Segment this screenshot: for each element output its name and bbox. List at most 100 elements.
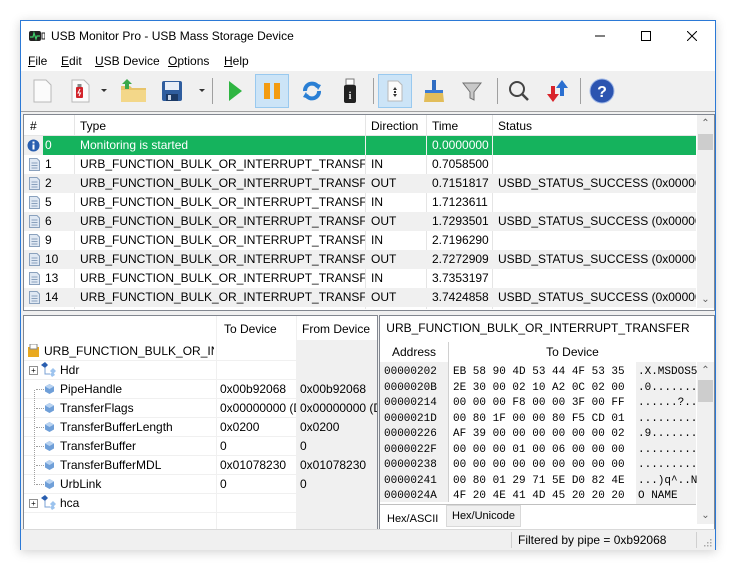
hex-ascii[interactable]: .0....... xyxy=(638,381,697,395)
grid-row[interactable]: 6 URB_FUNCTION_BULK_OR_INTERRUPT_TRANSFER… xyxy=(24,212,696,231)
device-info-button[interactable]: i xyxy=(333,74,367,108)
hex-ascii[interactable]: O NAME xyxy=(638,489,697,503)
hex-ascii[interactable]: ...)q^..N xyxy=(638,474,697,488)
tree-row[interactable]: TransferFlags 0x00000000 (D 0x00000000 (D xyxy=(24,399,377,418)
tree-row[interactable]: UrbLink 0 0 xyxy=(24,475,377,494)
grid-row[interactable]: 9 URB_FUNCTION_BULK_OR_INTERRUPT_TRANSFER… xyxy=(24,231,696,250)
direction-button[interactable] xyxy=(540,74,574,108)
tree-row[interactable]: TransferBufferLength 0x0200 0x0200 xyxy=(24,418,377,437)
menu-usb-device[interactable]: USB Device xyxy=(95,54,160,68)
cell-number: 2 xyxy=(45,176,52,190)
auto-scroll-button[interactable] xyxy=(378,74,412,108)
tree-field-name: PipeHandle xyxy=(60,382,123,396)
clear-button[interactable] xyxy=(417,74,451,108)
cell-direction: IN xyxy=(371,157,383,171)
hex-bytes[interactable]: EB 58 90 4D 53 44 4F 53 35 xyxy=(453,365,625,379)
col-header-number[interactable]: # xyxy=(30,119,37,133)
minimize-button[interactable] xyxy=(577,21,623,51)
maximize-button[interactable] xyxy=(623,21,669,51)
tree-row[interactable]: TransferBuffer 0 0 xyxy=(24,437,377,456)
hex-ascii[interactable]: ......... xyxy=(638,458,697,472)
expand-icon[interactable]: + xyxy=(29,366,38,375)
scroll-down-icon[interactable]: ⌄ xyxy=(697,507,714,524)
col-header-type[interactable]: Type xyxy=(80,119,106,133)
grid-row[interactable]: 5 URB_FUNCTION_BULK_OR_INTERRUPT_TRANSFER… xyxy=(24,193,696,212)
broom-icon xyxy=(424,80,444,102)
grid-row[interactable]: 10 URB_FUNCTION_BULK_OR_INTERRUPT_TRANSFE… xyxy=(24,250,696,269)
pause-button[interactable] xyxy=(255,74,289,108)
tree-root-row[interactable]: URB_FUNCTION_BULK_OR_INTE xyxy=(24,342,377,361)
tab-hex-unicode[interactable]: Hex/Unicode xyxy=(446,505,521,527)
save-button[interactable] xyxy=(155,74,189,108)
grid-row[interactable]: 14 URB_FUNCTION_BULK_OR_INTERRUPT_TRANSFE… xyxy=(24,288,696,307)
menu-options[interactable]: Options xyxy=(168,54,209,68)
find-button[interactable] xyxy=(502,74,536,108)
expand-icon[interactable]: + xyxy=(29,499,38,508)
resize-grip-icon[interactable] xyxy=(702,537,712,547)
menu-edit[interactable]: Edit xyxy=(61,54,82,68)
tree-field-name: TransferBufferLength xyxy=(60,420,173,434)
menu-help[interactable]: Help xyxy=(224,54,249,68)
start-button[interactable] xyxy=(218,74,252,108)
hex-ascii[interactable]: .9....... xyxy=(638,427,697,441)
toolbar: i ? xyxy=(21,71,715,112)
tree-col-from-device[interactable]: From Device xyxy=(298,316,377,340)
select-device-button[interactable] xyxy=(63,74,97,108)
hex-bytes[interactable]: 00 00 00 F8 00 00 3F 00 FF xyxy=(453,396,625,410)
hex-bytes[interactable]: 00 80 01 29 71 5E D0 82 4E xyxy=(453,474,625,488)
scroll-thumb[interactable] xyxy=(698,134,713,150)
scroll-thumb[interactable] xyxy=(698,380,713,402)
menu-file[interactable]: File xyxy=(28,54,47,68)
tree-row[interactable]: PipeHandle 0x00b92068 0x00b92068 xyxy=(24,380,377,399)
question-mark-icon: ? xyxy=(589,78,615,104)
close-button[interactable] xyxy=(669,21,715,51)
hex-bytes[interactable]: 00 80 1F 00 00 80 F5 CD 01 xyxy=(453,412,625,426)
field-icon xyxy=(45,422,54,432)
hex-ascii[interactable]: ......?.. xyxy=(638,396,697,410)
tree-connector xyxy=(36,389,44,390)
tree-row[interactable]: TransferBufferMDL 0x01078230 0x01078230 xyxy=(24,456,377,475)
col-header-status[interactable]: Status xyxy=(498,119,532,133)
help-button[interactable]: ? xyxy=(585,74,619,108)
hex-scrollbar[interactable]: ⌃ ⌄ xyxy=(697,362,714,524)
hex-bytes[interactable]: 00 00 00 01 00 06 00 00 00 xyxy=(453,443,625,457)
cell-time: 3.7424858 xyxy=(432,290,489,304)
hex-bytes[interactable]: AF 39 00 00 00 00 00 00 02 xyxy=(453,427,625,441)
grid-row[interactable]: 2 URB_FUNCTION_BULK_OR_INTERRUPT_TRANSFER… xyxy=(24,174,696,193)
document-icon xyxy=(29,177,40,190)
scroll-down-icon[interactable]: ⌄ xyxy=(697,291,714,308)
hex-ascii[interactable]: ......... xyxy=(638,443,697,457)
hex-bytes[interactable]: 4F 20 4E 41 4D 45 20 20 20 xyxy=(453,489,625,503)
grid-scrollbar[interactable]: ⌃ ⌄ xyxy=(697,115,714,308)
select-device-dropdown[interactable] xyxy=(101,89,107,92)
cell-number: 14 xyxy=(45,290,59,304)
main-window: USB Monitor Pro - USB Mass Storage Devic… xyxy=(20,20,716,550)
new-session-button[interactable] xyxy=(25,74,59,108)
tab-hex-ascii[interactable]: Hex/ASCII xyxy=(382,509,443,529)
grid-row[interactable]: 0 Monitoring is started 0.0000000 xyxy=(24,136,696,155)
open-button[interactable] xyxy=(117,74,151,108)
col-header-time[interactable]: Time xyxy=(432,119,458,133)
hex-bytes[interactable]: 2E 30 00 02 10 A2 0C 02 00 xyxy=(453,381,625,395)
hex-bytes[interactable]: 00 00 00 00 00 00 00 00 00 xyxy=(453,458,625,472)
grid-row[interactable]: 13 URB_FUNCTION_BULK_OR_INTERRUPT_TRANSFE… xyxy=(24,269,696,288)
hex-ascii[interactable]: ......... xyxy=(638,412,697,426)
hex-ascii[interactable]: .X.MSDOS5 xyxy=(638,365,697,379)
menu-help-accel: H xyxy=(224,54,233,68)
menu-help-label: elp xyxy=(232,54,249,68)
save-dropdown[interactable] xyxy=(199,89,205,92)
grid-row[interactable]: 1 URB_FUNCTION_BULK_OR_INTERRUPT_TRANSFER… xyxy=(24,155,696,174)
tree-col-to-device[interactable]: To Device xyxy=(220,316,298,340)
tree-from-device-value: 0 xyxy=(300,477,307,491)
scroll-up-icon[interactable]: ⌃ xyxy=(697,362,714,379)
tree-row[interactable]: + hca xyxy=(24,494,377,513)
status-bar: Filtered by pipe = 0xb92068 xyxy=(21,529,715,550)
app-icon xyxy=(29,30,45,41)
cell-time: 3.7353197 xyxy=(432,271,489,285)
refresh-button[interactable] xyxy=(295,74,329,108)
col-header-direction[interactable]: Direction xyxy=(371,119,418,133)
tree-row[interactable]: + Hdr xyxy=(24,361,377,380)
scroll-up-icon[interactable]: ⌃ xyxy=(697,115,714,132)
filter-button[interactable] xyxy=(455,74,489,108)
cell-status xyxy=(493,231,696,250)
